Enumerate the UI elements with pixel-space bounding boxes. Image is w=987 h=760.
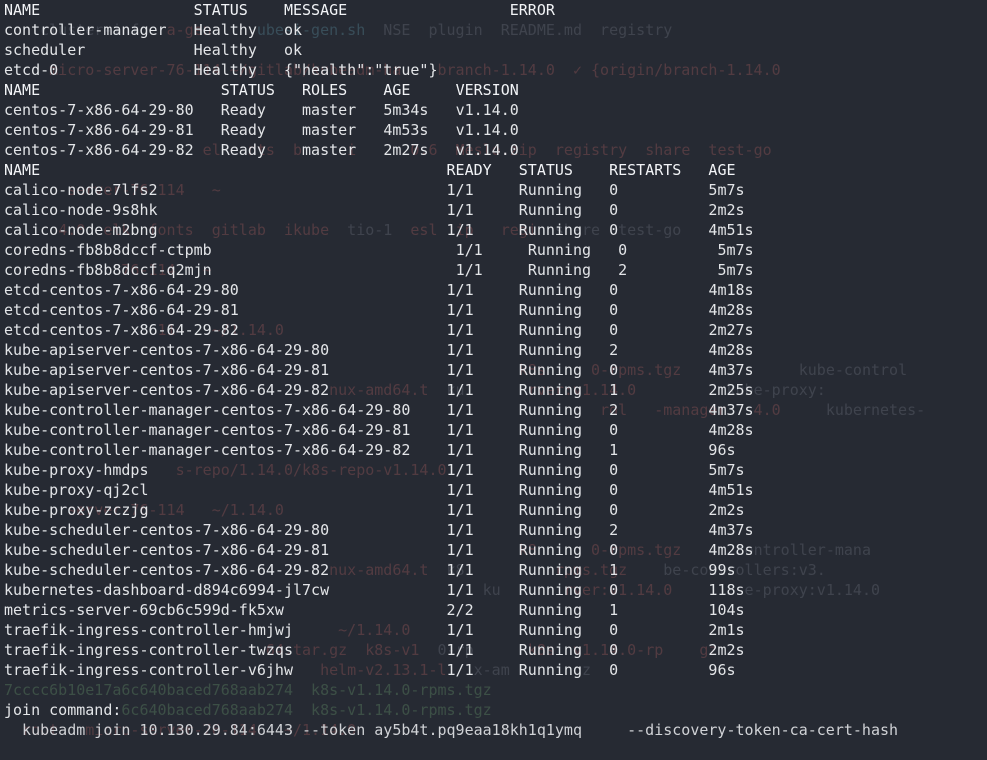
join-command-label: join command: bbox=[4, 701, 121, 719]
pod-row: coredns-fb8b8dccf-q2mjn 1/1 Running 2 5m… bbox=[4, 261, 754, 279]
pod-row: kubernetes-dashboard-d894c6994-jl7cw 1/1… bbox=[4, 581, 745, 599]
join-command: kubeadm join 10.130.29.84:6443 --token a… bbox=[4, 721, 898, 739]
pod-row: kube-scheduler-centos-7-x86-64-29-82 1/1… bbox=[4, 561, 736, 579]
pod-row: calico-node-9s8hk 1/1 Running 0 2m2s bbox=[4, 201, 745, 219]
pod-row: traefik-ingress-controller-twzqs 1/1 Run… bbox=[4, 641, 745, 659]
pod-row: kube-scheduler-centos-7-x86-64-29-80 1/1… bbox=[4, 521, 754, 539]
node-row: centos-7-x86-64-29-82 Ready master 2m27s… bbox=[4, 141, 519, 159]
pod-row: kube-apiserver-centos-7-x86-64-29-81 1/1… bbox=[4, 361, 754, 379]
pod-row: traefik-ingress-controller-hmjwj 1/1 Run… bbox=[4, 621, 745, 639]
terminal-output: NAME STATUS MESSAGE ERROR controller-man… bbox=[0, 0, 987, 760]
pod-row: kube-scheduler-centos-7-x86-64-29-81 1/1… bbox=[4, 541, 754, 559]
pod-row: metrics-server-69cb6c599d-fk5xw 2/2 Runn… bbox=[4, 601, 745, 619]
pod-row: kube-controller-manager-centos-7-x86-64-… bbox=[4, 401, 754, 419]
nodes-header: NAME STATUS ROLES AGE VERSION bbox=[4, 81, 519, 99]
pod-row: etcd-centos-7-x86-64-29-80 1/1 Running 0… bbox=[4, 281, 754, 299]
pod-row: kube-controller-manager-centos-7-x86-64-… bbox=[4, 421, 754, 439]
cs-row: scheduler Healthy ok bbox=[4, 41, 302, 59]
pod-row: kube-proxy-zczjg 1/1 Running 0 2m2s bbox=[4, 501, 745, 519]
pod-row: etcd-centos-7-x86-64-29-82 1/1 Running 0… bbox=[4, 321, 754, 339]
pod-row: kube-apiserver-centos-7-x86-64-29-82 1/1… bbox=[4, 381, 754, 399]
pod-row: calico-node-7lfs2 1/1 Running 0 5m7s bbox=[4, 181, 745, 199]
pod-row: etcd-centos-7-x86-64-29-81 1/1 Running 0… bbox=[4, 301, 754, 319]
node-row: centos-7-x86-64-29-81 Ready master 4m53s… bbox=[4, 121, 519, 139]
pod-row: traefik-ingress-controller-v6jhw 1/1 Run… bbox=[4, 661, 736, 679]
node-row: centos-7-x86-64-29-80 Ready master 5m34s… bbox=[4, 101, 519, 119]
pod-row: kube-proxy-hmdps 1/1 Running 0 5m7s bbox=[4, 461, 745, 479]
pod-row: kube-apiserver-centos-7-x86-64-29-80 1/1… bbox=[4, 341, 754, 359]
cs-row: controller-manager Healthy ok bbox=[4, 21, 302, 39]
componentstatus-header: NAME STATUS MESSAGE ERROR bbox=[4, 1, 555, 19]
pods-header: NAME READY STATUS RESTARTS AGE bbox=[4, 161, 736, 179]
pod-row: coredns-fb8b8dccf-ctpmb 1/1 Running 0 5m… bbox=[4, 241, 754, 259]
pod-row: kube-controller-manager-centos-7-x86-64-… bbox=[4, 441, 736, 459]
pod-row: calico-node-m2bng 1/1 Running 0 4m51s bbox=[4, 221, 754, 239]
cs-row: etcd-0 Healthy {"health":"true"} bbox=[4, 61, 438, 79]
pod-row: kube-proxy-qj2cl 1/1 Running 0 4m51s bbox=[4, 481, 754, 499]
